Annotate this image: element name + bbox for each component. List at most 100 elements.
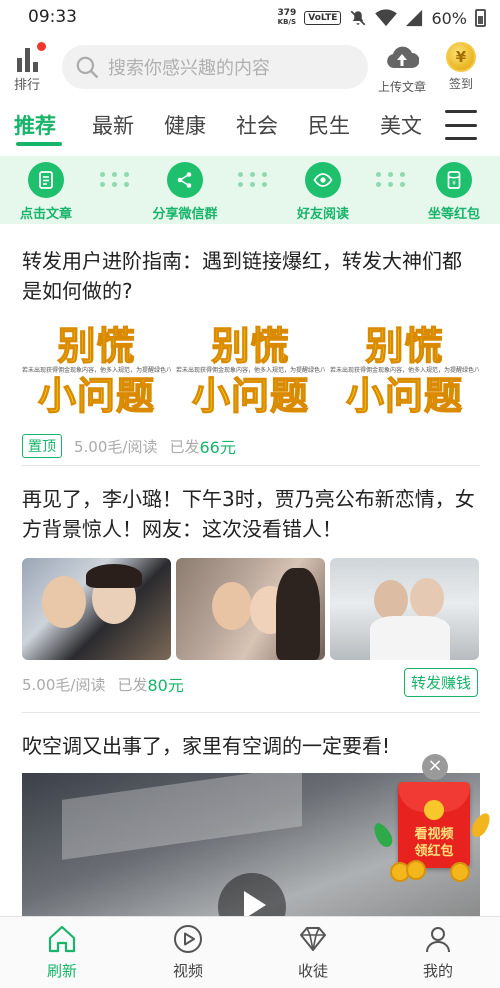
step-connector-dots <box>238 172 268 188</box>
net-speed-unit: KB/S <box>277 18 297 26</box>
nav-label: 收徒 <box>297 962 328 980</box>
nav-label: 视频 <box>172 962 203 980</box>
thumbnail-text-top: 别慌 <box>211 324 290 368</box>
rank-button[interactable]: 排行 <box>10 42 46 94</box>
sign-in-button[interactable]: ¥ 签到 <box>440 42 482 92</box>
price-per-read: 5.00毛/阅读 <box>74 437 158 456</box>
tab-latest[interactable]: 最新 <box>92 110 134 140</box>
thumbnail-text-top: 别慌 <box>57 324 136 368</box>
active-tab-indicator <box>16 142 62 146</box>
coins-decoration <box>390 860 480 882</box>
upload-label: 上传文章 <box>377 80 426 94</box>
tab-recommend[interactable]: 推荐 <box>14 110 56 140</box>
earning-steps: 点击文章 分享微信群 好友阅读 ¥ 坐等红包 <box>0 156 500 224</box>
thumbnail-image <box>176 558 325 660</box>
thumbnail-text-top: 别慌 <box>365 324 444 368</box>
article-card[interactable]: 再见了，李小璐！下午3时，贾乃亮公布新恋情，女方背景惊人！网友：这次没看错人！ … <box>22 484 480 697</box>
nav-refresh[interactable]: 刷新 <box>17 923 107 981</box>
tab-essays[interactable]: 美文 <box>380 110 422 140</box>
signal-icon <box>406 9 423 27</box>
search-bar[interactable]: 搜索你感兴趣的内容 <box>62 45 368 89</box>
divider <box>22 712 480 713</box>
article-thumbnails <box>22 558 480 660</box>
step-label: 点击文章 <box>19 207 72 222</box>
user-icon <box>426 927 450 953</box>
paid-prefix: 已发 <box>117 675 148 694</box>
thumbnail-image: 别慌 若未出现获得佣金现象内容，他多入规范，为提醒绿色八面刺除，只要到2小 小问… <box>330 320 479 422</box>
search-icon <box>76 56 98 78</box>
paid-amount: 80元 <box>147 676 184 695</box>
leaf-decoration <box>468 810 494 840</box>
close-icon[interactable]: × <box>422 754 448 780</box>
battery-icon <box>475 9 486 27</box>
menu-icon[interactable] <box>445 110 477 140</box>
cloud-upload-icon <box>387 46 420 68</box>
article-title[interactable]: 再见了，李小璐！下午3时，贾乃亮公布新恋情，女方背景惊人！网友：这次没看错人！ <box>22 484 480 544</box>
thumbnail-image: 别慌 若未出现获得佣金现象内容，他多入规范，为提醒绿色八面刺除，只要到2小 小问… <box>22 320 171 422</box>
category-tabs: 推荐 最新 健康 社会 民生 美文 <box>0 98 500 152</box>
tab-society[interactable]: 社会 <box>236 110 278 140</box>
pinned-badge: 置顶 <box>22 434 62 458</box>
upload-article-button[interactable]: 上传文章 <box>372 42 432 95</box>
step-share-wechat: 分享微信群 <box>145 162 225 222</box>
divider <box>22 465 480 466</box>
mute-icon <box>351 10 366 26</box>
thumbnail-text-bottom: 小问题 <box>37 374 155 418</box>
red-packet-line2: 领红包 <box>414 844 454 859</box>
nav-recruit[interactable]: 收徒 <box>268 923 358 981</box>
sign-in-label: 签到 <box>448 77 473 91</box>
notification-dot <box>37 42 46 51</box>
thumbnail-text-bottom: 小问题 <box>345 374 463 418</box>
bar-chart-icon <box>10 42 46 72</box>
search-placeholder: 搜索你感兴趣的内容 <box>108 58 270 79</box>
nav-video[interactable]: 视频 <box>143 923 233 981</box>
step-connector-dots <box>376 172 406 188</box>
red-packet-text: 看视频 领红包 <box>402 826 466 860</box>
step-label: 坐等红包 <box>427 207 480 222</box>
red-packet-line1: 看视频 <box>414 827 454 842</box>
tab-livelihood[interactable]: 民生 <box>308 110 350 140</box>
leaf-decoration <box>370 820 396 850</box>
share-icon <box>167 162 203 198</box>
thumbnail-text-bottom: 小问题 <box>191 374 309 418</box>
status-bar: 09:33 379 KB/S VoLTE 60% <box>0 0 500 36</box>
step-connector-dots <box>100 172 130 188</box>
header: 排行 搜索你感兴趣的内容 上传文章 ¥ 签到 <box>0 36 500 98</box>
article-title[interactable]: 转发用户进阶指南：遇到链接爆红，转发大神们都是如何做的? <box>22 246 480 306</box>
home-icon <box>48 925 76 953</box>
bottom-nav: 刷新 视频 收徒 我的 <box>0 916 500 988</box>
article-card[interactable]: 转发用户进阶指南：遇到链接爆红，转发大神们都是如何做的? 别慌 若未出现获得佣金… <box>22 246 480 458</box>
red-packet-icon: 看视频 领红包 <box>398 782 470 868</box>
paid-amount: 66元 <box>199 438 236 457</box>
volte-badge: VoLTE <box>304 11 342 25</box>
step-friend-read: 好友阅读 <box>283 162 363 222</box>
forward-earn-button[interactable]: 转发赚钱 <box>403 668 478 697</box>
thumbnail-image: 别慌 若未出现获得佣金现象内容，他多入规范，为提醒绿色八面刺除，只要到2小 小问… <box>176 320 325 422</box>
play-circle-icon <box>174 925 202 953</box>
nav-label: 刷新 <box>46 962 77 980</box>
wifi-icon <box>375 9 398 27</box>
step-wait-red-packet: ¥ 坐等红包 <box>414 162 494 222</box>
nav-mine[interactable]: 我的 <box>393 923 483 981</box>
net-speed: 379 KB/S <box>277 9 296 27</box>
tab-health[interactable]: 健康 <box>164 110 206 140</box>
svg-text:¥: ¥ <box>452 180 456 187</box>
step-click-article: 点击文章 <box>6 162 86 222</box>
paid-prefix: 已发 <box>169 437 200 456</box>
article-meta: 置顶 5.00毛/阅读 已发 66元 <box>22 434 480 458</box>
thumbnail-image <box>22 558 171 660</box>
thumbnail-image <box>330 558 479 660</box>
nav-label: 我的 <box>422 962 453 980</box>
article-meta: 5.00毛/阅读 已发 80元 转发赚钱 <box>22 668 480 697</box>
battery-percent: 60% <box>431 8 467 28</box>
document-icon <box>28 162 64 198</box>
coin-icon: ¥ <box>446 42 476 72</box>
price-per-read: 5.00毛/阅读 <box>22 675 106 694</box>
red-packet-float[interactable]: × 看视频 领红包 <box>370 752 496 882</box>
net-speed-value: 379 <box>277 8 297 18</box>
step-label: 好友阅读 <box>296 207 349 222</box>
step-label: 分享微信群 <box>152 207 218 222</box>
status-icons: 379 KB/S VoLTE 60% <box>277 5 486 31</box>
rank-label: 排行 <box>13 78 40 93</box>
diamond-icon <box>300 927 326 951</box>
